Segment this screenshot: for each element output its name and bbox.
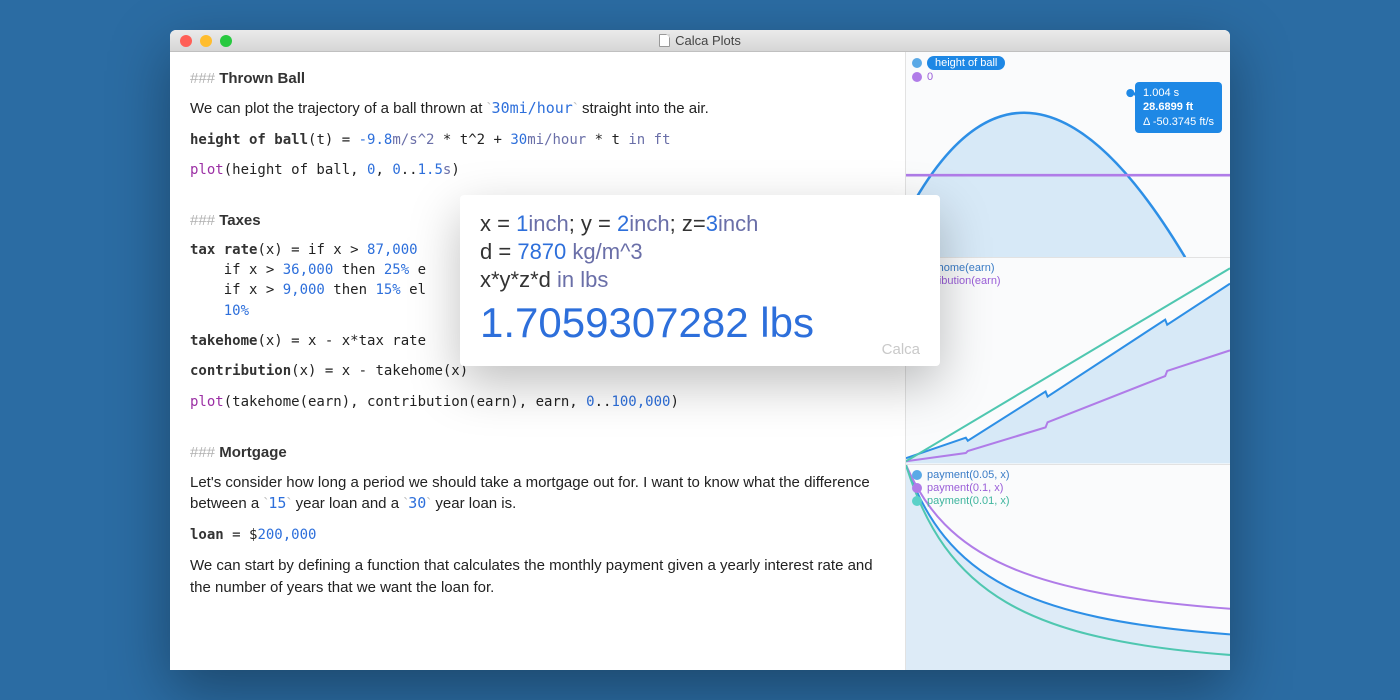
tooltip-line: 1.004 s [1143,86,1214,100]
legend-label: height of ball [927,56,1005,70]
tooltip-line: 28.6899 ft [1143,100,1214,114]
window-controls [170,35,232,47]
taxes-plot-call[interactable]: plot(takehome(earn), contribution(earn),… [190,392,885,412]
legend-label: 0 [927,71,933,83]
legend-dot-icon [912,496,922,506]
tooltip-line: Δ -50.3745 ft/s [1143,115,1214,129]
mortgage-p2: We can start by defining a function that… [190,555,885,599]
zoom-icon[interactable] [220,35,232,47]
legend-dot-icon [912,470,922,480]
plots-pane: height of ball 0 1.004 s 28.6899 ft Δ -5… [905,52,1230,670]
ball-intro: We can plot the trajectory of a ball thr… [190,98,885,120]
window-title-text: Calca Plots [675,33,741,48]
legend-label: payment(0.05, x) [927,469,1010,481]
legend-dot-icon [912,58,922,68]
plot-mortgage-legend: payment(0.05, x) payment(0.1, x) payment… [912,469,1010,508]
heading-mortgage: ### Mortgage [190,442,885,464]
plot-mortgage[interactable]: payment(0.05, x) payment(0.1, x) payment… [906,465,1230,670]
card-line-3: x*y*z*d in lbs [480,267,920,293]
window-title: Calca Plots [170,33,1230,48]
legend-dot-icon [912,483,922,493]
plot-taxes[interactable]: kehome(earn) ntribution(earn) irn [906,258,1230,464]
legend-dot-icon [912,72,922,82]
document-icon [659,34,670,47]
titlebar: Calca Plots [170,30,1230,52]
ball-plot-call[interactable]: plot(height of ball, 0, 0..1.5s) [190,160,885,180]
mortgage-intro: Let's consider how long a period we shou… [190,472,885,516]
close-icon[interactable] [180,35,192,47]
legend-label: payment(0.1, x) [927,482,1003,494]
heading-thrown-ball: ### Thrown Ball [190,68,885,90]
loan-def[interactable]: loan = $200,000 [190,525,885,545]
minimize-icon[interactable] [200,35,212,47]
card-line-2: d = 7870 kg/m^3 [480,239,920,265]
result-card: x = 1inch; y = 2inch; z=3inch d = 7870 k… [460,195,940,366]
ball-formula[interactable]: height of ball(t) = -9.8m/s^2 * t^2 + 30… [190,130,885,150]
card-line-1: x = 1inch; y = 2inch; z=3inch [480,211,920,237]
plot-ball[interactable]: height of ball 0 1.004 s 28.6899 ft Δ -5… [906,52,1230,258]
card-result: 1.7059307282 lbs [480,299,920,347]
plot-tooltip: 1.004 s 28.6899 ft Δ -50.3745 ft/s [1135,82,1222,133]
legend-label: payment(0.01, x) [927,495,1010,507]
plot-ball-legend: height of ball 0 [912,56,1005,84]
